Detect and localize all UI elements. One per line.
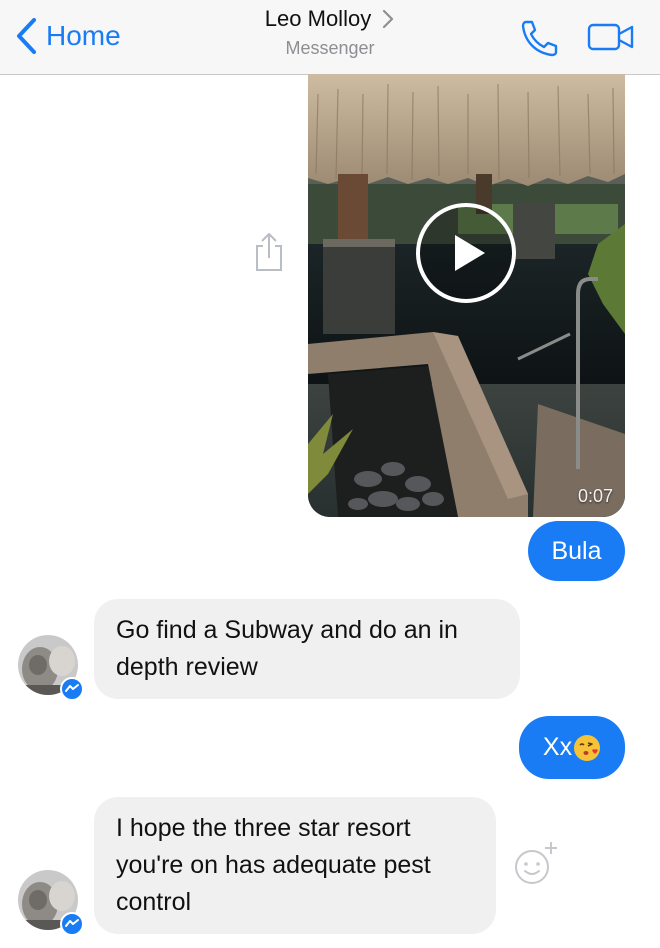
phone-icon[interactable] — [516, 17, 562, 57]
video-camera-icon[interactable] — [586, 20, 636, 54]
message-bubble-incoming[interactable]: I hope the three star resort you're on h… — [94, 797, 496, 934]
kissing-face-emoji-icon — [574, 734, 601, 761]
share-icon[interactable] — [251, 230, 287, 274]
video-duration: 0:07 — [577, 486, 613, 506]
conversation-header: Home Leo Molloy Messenger — [0, 0, 660, 75]
contact-title-button[interactable]: Leo Molloy — [265, 6, 395, 32]
message-text: I hope the three star resort you're on h… — [116, 814, 431, 916]
avatar[interactable] — [18, 870, 84, 936]
message-bubble-incoming[interactable]: Go find a Subway and do an in depth revi… — [94, 599, 520, 699]
message-content: Xx — [543, 733, 601, 762]
messenger-badge-icon — [60, 912, 84, 936]
message-text: Go find a Subway and do an in depth revi… — [116, 616, 458, 681]
message-bubble-outgoing[interactable]: Xx — [519, 716, 625, 779]
avatar[interactable] — [18, 635, 84, 701]
play-icon[interactable] — [415, 202, 517, 304]
message-text: Bula — [551, 536, 602, 565]
messenger-badge-icon — [60, 677, 84, 701]
contact-name: Leo Molloy — [264, 6, 372, 31]
add-reaction-icon[interactable] — [511, 838, 561, 888]
message-bubble-outgoing[interactable]: Bula — [528, 521, 625, 581]
chevron-right-icon — [383, 9, 394, 29]
video-message[interactable]: 0:07 — [308, 74, 625, 517]
message-text: Xx — [542, 733, 573, 761]
